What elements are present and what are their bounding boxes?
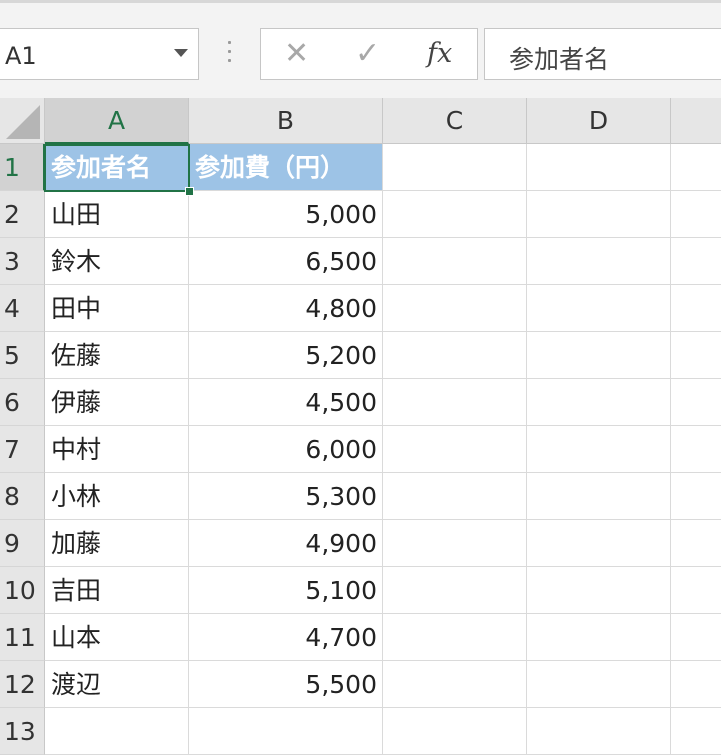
cell-a1[interactable]: 参加者名: [45, 144, 189, 191]
cell-d9[interactable]: [527, 520, 671, 567]
row-header-2[interactable]: 2: [0, 191, 45, 238]
select-all-button[interactable]: [0, 98, 45, 144]
cancel-icon[interactable]: ✕: [284, 37, 309, 71]
cell-d11[interactable]: [527, 614, 671, 661]
row-header-7[interactable]: 7: [0, 426, 45, 473]
cell-b2[interactable]: 5,000: [189, 191, 383, 238]
row-header-6[interactable]: 6: [0, 379, 45, 426]
cell-d1[interactable]: [527, 144, 671, 191]
fill-handle[interactable]: [185, 187, 194, 196]
row-header-10[interactable]: 10: [0, 567, 45, 614]
cell-a10[interactable]: 吉田: [45, 567, 189, 614]
cell-e9[interactable]: [671, 520, 721, 567]
cell-b10[interactable]: 5,100: [189, 567, 383, 614]
drag-handle-icon[interactable]: [228, 41, 232, 67]
name-box[interactable]: A1: [0, 28, 199, 80]
cell-a3[interactable]: 鈴木: [45, 238, 189, 285]
cell-e2[interactable]: [671, 191, 721, 238]
row-header-13[interactable]: 13: [0, 708, 45, 755]
formula-buttons: ✕ ✓ fx: [260, 28, 478, 80]
cell-a11[interactable]: 山本: [45, 614, 189, 661]
cell-a8[interactable]: 小林: [45, 473, 189, 520]
cell-d7[interactable]: [527, 426, 671, 473]
cell-b7[interactable]: 6,000: [189, 426, 383, 473]
cell-e7[interactable]: [671, 426, 721, 473]
cell-e5[interactable]: [671, 332, 721, 379]
cell-a9[interactable]: 加藤: [45, 520, 189, 567]
insert-function-icon[interactable]: fx: [427, 37, 452, 71]
formula-content: 参加者名: [509, 45, 610, 74]
row-header-11[interactable]: 11: [0, 614, 45, 661]
cell-c7[interactable]: [383, 426, 527, 473]
row-header-9[interactable]: 9: [0, 520, 45, 567]
formula-toolbar: A1 ✕ ✓ fx 参加者名: [0, 0, 721, 98]
cell-a13[interactable]: [45, 708, 189, 755]
row-header-8[interactable]: 8: [0, 473, 45, 520]
cell-e13[interactable]: [671, 708, 721, 755]
cell-c6[interactable]: [383, 379, 527, 426]
column-header-next[interactable]: [671, 98, 721, 144]
column-header-d[interactable]: D: [527, 98, 671, 144]
cell-d12[interactable]: [527, 661, 671, 708]
cell-a2[interactable]: 山田: [45, 191, 189, 238]
cell-c2[interactable]: [383, 191, 527, 238]
row-header-12[interactable]: 12: [0, 661, 45, 708]
cell-a12[interactable]: 渡辺: [45, 661, 189, 708]
cell-b11[interactable]: 4,700: [189, 614, 383, 661]
cell-d8[interactable]: [527, 473, 671, 520]
name-box-value: A1: [5, 42, 37, 70]
cell-c8[interactable]: [383, 473, 527, 520]
formula-input[interactable]: 参加者名: [484, 28, 721, 80]
row-header-4[interactable]: 4: [0, 285, 45, 332]
row-header-1[interactable]: 1: [0, 144, 45, 191]
cell-d5[interactable]: [527, 332, 671, 379]
column-header-c[interactable]: C: [383, 98, 527, 144]
cell-b3[interactable]: 6,500: [189, 238, 383, 285]
cell-b1[interactable]: 参加費（円）: [189, 144, 383, 191]
cell-e4[interactable]: [671, 285, 721, 332]
row-header-5[interactable]: 5: [0, 332, 45, 379]
cell-d10[interactable]: [527, 567, 671, 614]
cell-e12[interactable]: [671, 661, 721, 708]
cell-d2[interactable]: [527, 191, 671, 238]
cell-c10[interactable]: [383, 567, 527, 614]
check-icon[interactable]: ✓: [355, 37, 380, 71]
cell-d6[interactable]: [527, 379, 671, 426]
chevron-down-icon[interactable]: [174, 49, 188, 57]
cell-a5[interactable]: 佐藤: [45, 332, 189, 379]
cell-e3[interactable]: [671, 238, 721, 285]
cell-b6[interactable]: 4,500: [189, 379, 383, 426]
cell-c9[interactable]: [383, 520, 527, 567]
cell-e8[interactable]: [671, 473, 721, 520]
cell-a4[interactable]: 田中: [45, 285, 189, 332]
select-all-triangle-icon: [6, 105, 40, 139]
cell-b4[interactable]: 4,800: [189, 285, 383, 332]
cell-b13[interactable]: [189, 708, 383, 755]
cell-d13[interactable]: [527, 708, 671, 755]
cell-d3[interactable]: [527, 238, 671, 285]
cell-e1[interactable]: [671, 144, 721, 191]
cell-c5[interactable]: [383, 332, 527, 379]
cell-c4[interactable]: [383, 285, 527, 332]
cell-b8[interactable]: 5,300: [189, 473, 383, 520]
cell-c13[interactable]: [383, 708, 527, 755]
cell-c3[interactable]: [383, 238, 527, 285]
cell-b5[interactable]: 5,200: [189, 332, 383, 379]
cell-a7[interactable]: 中村: [45, 426, 189, 473]
cell-d4[interactable]: [527, 285, 671, 332]
cell-c1[interactable]: [383, 144, 527, 191]
cell-c11[interactable]: [383, 614, 527, 661]
cell-c12[interactable]: [383, 661, 527, 708]
row-header-3[interactable]: 3: [0, 238, 45, 285]
cell-e6[interactable]: [671, 379, 721, 426]
cell-e11[interactable]: [671, 614, 721, 661]
column-header-a[interactable]: A: [45, 98, 189, 144]
cell-a6[interactable]: 伊藤: [45, 379, 189, 426]
column-header-b[interactable]: B: [189, 98, 383, 144]
cell-b12[interactable]: 5,500: [189, 661, 383, 708]
cell-e10[interactable]: [671, 567, 721, 614]
cell-b9[interactable]: 4,900: [189, 520, 383, 567]
